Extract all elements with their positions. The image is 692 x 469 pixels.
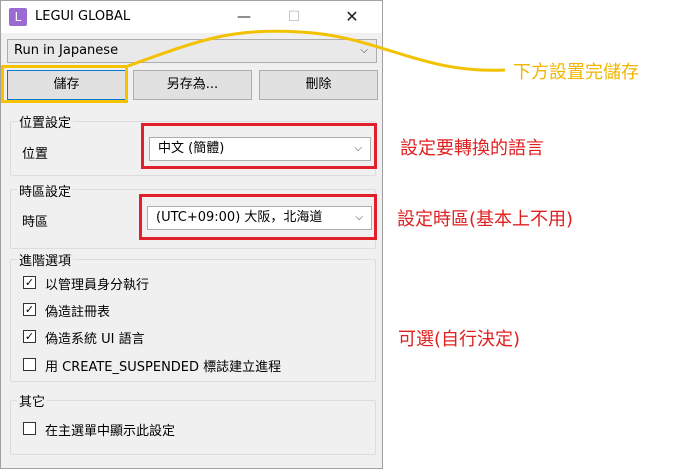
- optional-hint-annotation: 可選(自行決定): [398, 329, 521, 350]
- save-hint-annotation: 下方設置完儲存: [513, 62, 639, 83]
- timezone-hint-annotation: 設定時區(基本上不用): [397, 209, 574, 230]
- language-hint-annotation: 設定要轉換的語言: [400, 138, 544, 159]
